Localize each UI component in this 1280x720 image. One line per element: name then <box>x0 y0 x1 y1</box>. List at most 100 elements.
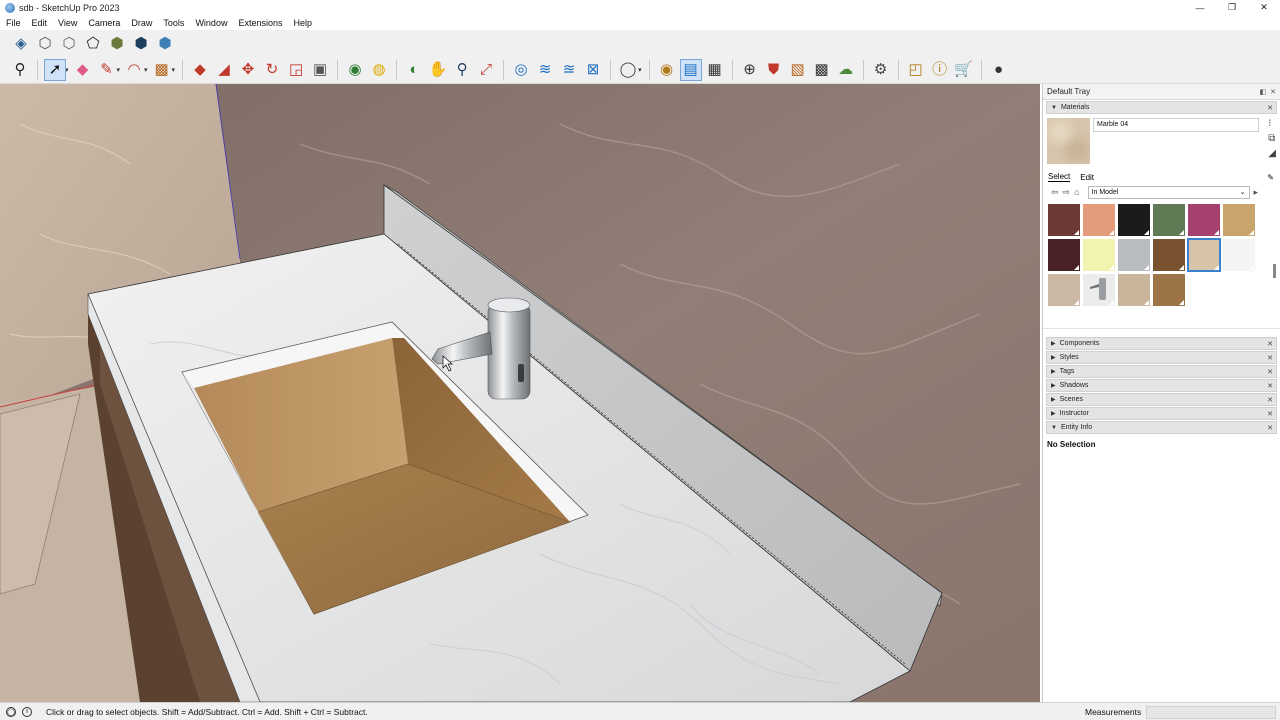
panel-close-icon[interactable]: ✕ <box>1267 368 1273 376</box>
material-swatch[interactable] <box>1188 204 1220 236</box>
warehouse-button[interactable]: ⛊ <box>763 59 785 81</box>
create-material-icon[interactable]: ⧉ <box>1268 133 1276 144</box>
push-pull-tool-button[interactable]: ◆ <box>189 59 211 81</box>
panel-shadows[interactable]: ▶ Shadows ✕ <box>1046 379 1277 392</box>
material-swatch[interactable] <box>1223 239 1255 271</box>
material-swatch[interactable] <box>1153 204 1185 236</box>
info-button[interactable]: ⓘ <box>929 59 951 81</box>
material-preview[interactable] <box>1047 118 1090 164</box>
profile-button[interactable]: ● <box>988 59 1010 81</box>
material-swatch[interactable] <box>1153 274 1185 306</box>
component-options-button[interactable]: ▤ <box>679 58 702 81</box>
scene-render[interactable] <box>0 84 1040 702</box>
user-account-button[interactable]: ◯ <box>617 59 639 81</box>
close-button[interactable]: ✕ <box>1248 0 1280 15</box>
minimize-button[interactable]: — <box>1184 0 1216 15</box>
search-button[interactable]: ⚲ <box>9 59 31 81</box>
settings-gear-button[interactable]: ⚙ <box>870 59 892 81</box>
eraser-tool-button[interactable]: ◆ <box>72 59 94 81</box>
help-status-icon[interactable]: i <box>22 706 32 717</box>
panel-styles[interactable]: ▶ Styles ✕ <box>1046 351 1277 364</box>
scale-tool-button[interactable]: ◲ <box>285 59 307 81</box>
default-material-icon[interactable]: ◢ <box>1268 148 1276 159</box>
model-viewport[interactable] <box>0 84 1040 702</box>
panel-tags[interactable]: ▶ Tags ✕ <box>1046 365 1277 378</box>
material-swatch[interactable] <box>1083 239 1115 271</box>
shaded-textures-style-button[interactable]: ⬢ <box>130 32 152 54</box>
menu-tools[interactable]: Tools <box>157 18 189 28</box>
extension-warehouse-button[interactable]: ▧ <box>787 59 809 81</box>
tab-edit[interactable]: Edit <box>1080 173 1094 182</box>
pan-tool-button[interactable]: ✋ <box>427 59 449 81</box>
material-swatch[interactable] <box>1118 274 1150 306</box>
tab-select[interactable]: Select <box>1048 172 1071 182</box>
material-swatch[interactable] <box>1153 239 1185 271</box>
line-tool-button[interactable]: ✎ <box>96 59 118 81</box>
hidden-line-style-button[interactable]: ⬠ <box>82 32 104 54</box>
panel-entity-info[interactable]: ▼ Entity Info ✕ <box>1046 421 1277 434</box>
offset-tool-button[interactable]: ▣ <box>309 59 331 81</box>
sample-paint-icon[interactable]: ✎ <box>1267 173 1274 182</box>
menu-help[interactable]: Help <box>287 18 317 28</box>
layout-button[interactable]: ◰ <box>905 59 927 81</box>
rotate-tool-button[interactable]: ↻ <box>261 59 283 81</box>
section-fill-button[interactable]: ⊠ <box>582 59 604 81</box>
section-display-button[interactable]: ≊ <box>558 59 580 81</box>
material-swatch[interactable] <box>1048 239 1080 271</box>
material-swatch[interactable] <box>1083 204 1115 236</box>
material-swatch[interactable] <box>1083 274 1115 306</box>
collection-select[interactable]: In Model ⌄ <box>1087 185 1250 199</box>
material-swatch[interactable] <box>1048 274 1080 306</box>
tape-measure-button[interactable]: ◉ <box>344 59 366 81</box>
section-plane-button[interactable]: ≋ <box>534 59 556 81</box>
xray-style-button[interactable]: ◈ <box>10 32 32 54</box>
material-swatch[interactable] <box>1048 204 1080 236</box>
panel-close-icon[interactable]: ✕ <box>1267 410 1273 418</box>
trimble-connect-button[interactable]: ▦ <box>704 59 726 81</box>
material-swatch[interactable] <box>1223 204 1255 236</box>
panel-close-icon[interactable]: ✕ <box>1267 104 1273 112</box>
shaded-style-button[interactable]: ⬢ <box>106 32 128 54</box>
details-icon[interactable]: ⁝ <box>1268 118 1276 129</box>
cloud-button[interactable]: ☁ <box>835 59 857 81</box>
panel-close-icon[interactable]: ✕ <box>1267 354 1273 362</box>
measurements-input[interactable] <box>1146 706 1276 719</box>
panel-close-icon[interactable]: ✕ <box>1267 382 1273 390</box>
add-location-button[interactable]: ⊕ <box>739 59 761 81</box>
menu-view[interactable]: View <box>52 18 82 28</box>
menu-draw[interactable]: Draw <box>125 18 157 28</box>
orbit-tool-button[interactable]: ◐ <box>403 59 425 81</box>
panel-close-icon[interactable]: ✕ <box>1267 340 1273 348</box>
cart-button[interactable]: 🛒 <box>953 59 975 81</box>
menu-edit[interactable]: Edit <box>26 18 53 28</box>
panel-components[interactable]: ▶ Components ✕ <box>1046 337 1277 350</box>
monochrome-style-button[interactable]: ⬢ <box>154 32 176 54</box>
wireframe-style-button[interactable]: ⬡ <box>58 32 80 54</box>
material-swatch[interactable] <box>1118 204 1150 236</box>
tray-close-icon[interactable]: ✕ <box>1270 88 1276 96</box>
material-swatch[interactable] <box>1187 238 1221 272</box>
material-swatch[interactable] <box>1118 239 1150 271</box>
back-arrow-icon[interactable]: ⇦ <box>1051 187 1059 198</box>
follow-me-tool-button[interactable]: ◢ <box>213 59 235 81</box>
zoom-tool-button[interactable]: ⚲ <box>451 59 473 81</box>
panel-close-icon[interactable]: ✕ <box>1267 396 1273 404</box>
panel-instructor[interactable]: ▶ Instructor ✕ <box>1046 407 1277 420</box>
extension-manager-button[interactable]: ◉ <box>656 59 678 81</box>
select-tool-button[interactable]: ➚ <box>44 58 66 81</box>
zoom-extents-button[interactable]: ⤢ <box>475 59 497 81</box>
materials-panel-header[interactable]: ▼ Materials ✕ <box>1046 101 1277 114</box>
arc-tool-button[interactable]: ◠ <box>123 59 145 81</box>
geo-status-icon[interactable]: ◯ <box>6 706 16 717</box>
geo-location-button[interactable]: ◎ <box>510 59 532 81</box>
details-arrow-icon[interactable]: ▸ <box>1254 187 1259 198</box>
pin-icon[interactable]: ◧ <box>1260 88 1267 96</box>
home-icon[interactable]: ⌂ <box>1074 187 1079 197</box>
move-tool-button[interactable]: ✥ <box>237 59 259 81</box>
panel-scenes[interactable]: ▶ Scenes ✕ <box>1046 393 1277 406</box>
menu-file[interactable]: File <box>0 18 26 28</box>
menu-camera[interactable]: Camera <box>82 18 125 28</box>
paint-bucket-button[interactable]: ◍ <box>368 59 390 81</box>
swatch-scrollbar[interactable] <box>1273 264 1276 278</box>
panel-close-icon[interactable]: ✕ <box>1267 424 1273 432</box>
